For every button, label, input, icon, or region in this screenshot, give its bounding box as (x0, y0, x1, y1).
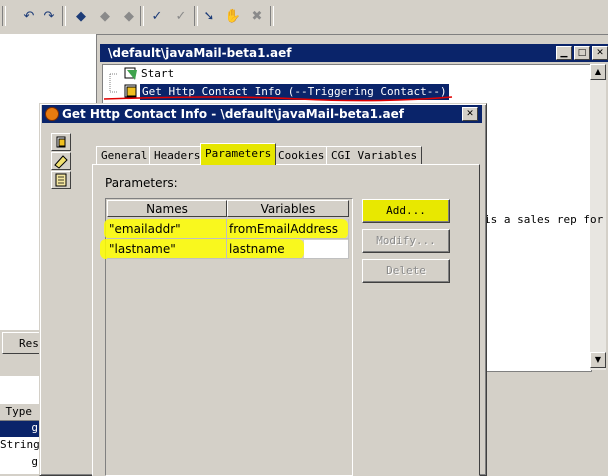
grid-header: Type (0, 404, 40, 421)
start-node-label[interactable]: Start (141, 66, 174, 82)
maximize-icon[interactable]: □ (574, 46, 590, 60)
grid-header-type: Type (5, 405, 33, 418)
side-properties-icon[interactable] (51, 133, 71, 151)
validate-icon[interactable]: ✓ (148, 7, 166, 25)
close-icon[interactable]: ✕ (592, 46, 608, 60)
hand-icon[interactable]: ✋ (224, 7, 242, 25)
toolbar-separator (2, 6, 6, 26)
debug-icon[interactable]: ✓ (172, 7, 190, 25)
side-notes-icon[interactable] (51, 171, 71, 189)
grid-cell[interactable]: g (0, 421, 40, 437)
scroll-down-icon[interactable]: ▼ (590, 352, 606, 368)
toolbar-separator (140, 6, 144, 26)
scroll-up-icon[interactable]: ▲ (590, 64, 606, 80)
run-icon[interactable]: ➘ (200, 7, 218, 25)
undo-icon[interactable]: ↶ (20, 7, 38, 25)
dialog-close-icon[interactable]: ✕ (462, 107, 478, 121)
add-button[interactable]: Add... (362, 199, 450, 223)
tab-general[interactable]: General (96, 146, 153, 164)
column-header-names[interactable]: Names (107, 200, 227, 217)
app-icon (45, 107, 59, 121)
grid-cell[interactable]: g (0, 455, 40, 471)
step-into-icon[interactable]: ◆ (72, 7, 90, 25)
redo-icon[interactable]: ↷ (40, 7, 58, 25)
tab-cookies[interactable]: Cookies (273, 146, 330, 164)
variables-grid: Type g String g (0, 376, 40, 474)
toolbar-separator (270, 6, 274, 26)
tab-cgi-variables[interactable]: CGI Variables (326, 146, 423, 164)
delete-button[interactable]: Delete (362, 259, 450, 283)
param-variable-cell[interactable]: fromEmailAddress (227, 219, 349, 239)
tab-headers[interactable]: Headers (149, 146, 206, 164)
grid-cell[interactable]: String (0, 438, 40, 454)
canvas-comment-text: is a sales rep for f (484, 213, 608, 226)
param-name-cell[interactable]: "emailaddr" (107, 219, 227, 239)
dialog-title: Get Http Contact Info - \default\javaMai… (62, 107, 404, 121)
param-name-cell[interactable]: "lastname" (107, 239, 227, 259)
tab-parameters[interactable]: Parameters (200, 143, 277, 165)
toolbar-separator (62, 6, 66, 26)
column-header-variables[interactable]: Variables (227, 200, 349, 217)
side-comment-icon[interactable] (51, 152, 71, 170)
main-toolbar: ↶ ↷ ◆ ◆ ◆ ✓ ✓ ➘ ✋ ✖ (0, 0, 608, 35)
start-node-icon (124, 67, 137, 80)
minimize-icon[interactable]: ▁ (556, 46, 572, 60)
step-over-icon[interactable]: ◆ (96, 7, 114, 25)
editor-title: \default\javaMail-beta1.aef (108, 46, 292, 60)
step-out-icon[interactable]: ◆ (120, 7, 138, 25)
stop-icon[interactable]: ✖ (248, 7, 266, 25)
toolbar-separator (194, 6, 198, 26)
modify-button[interactable]: Modify... (362, 229, 450, 253)
cell-background (304, 240, 348, 258)
parameters-label: Parameters: (105, 176, 178, 190)
